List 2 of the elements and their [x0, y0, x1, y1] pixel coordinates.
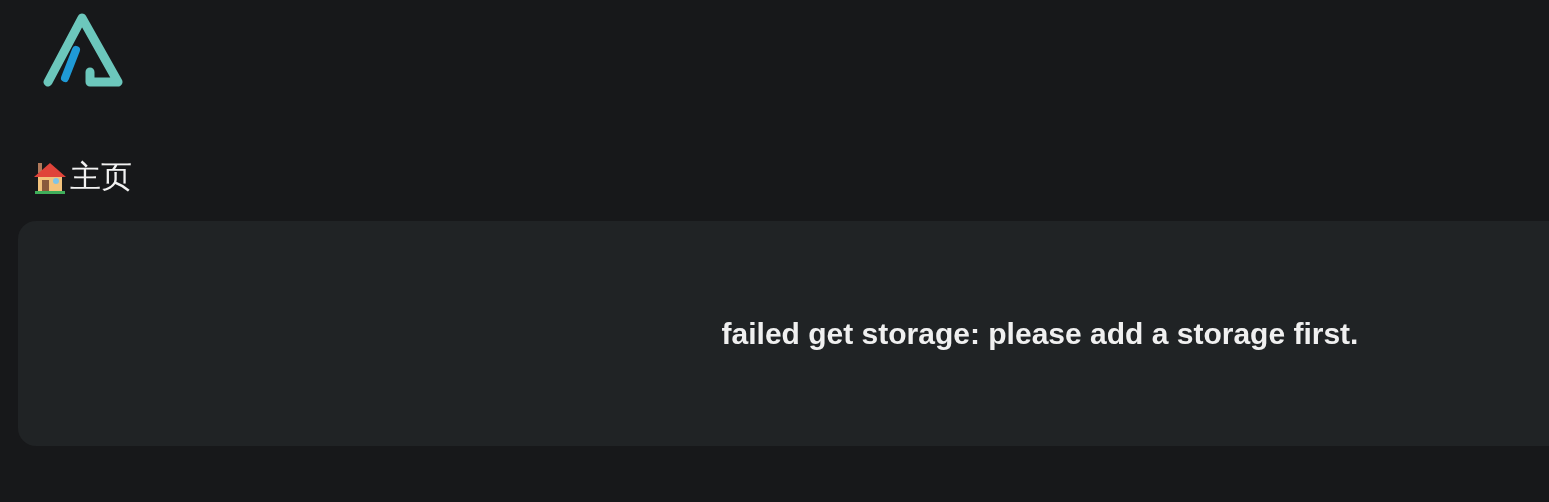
home-link[interactable]: 主页: [70, 156, 132, 198]
error-message: failed get storage: please add a storage first.: [721, 316, 1359, 351]
